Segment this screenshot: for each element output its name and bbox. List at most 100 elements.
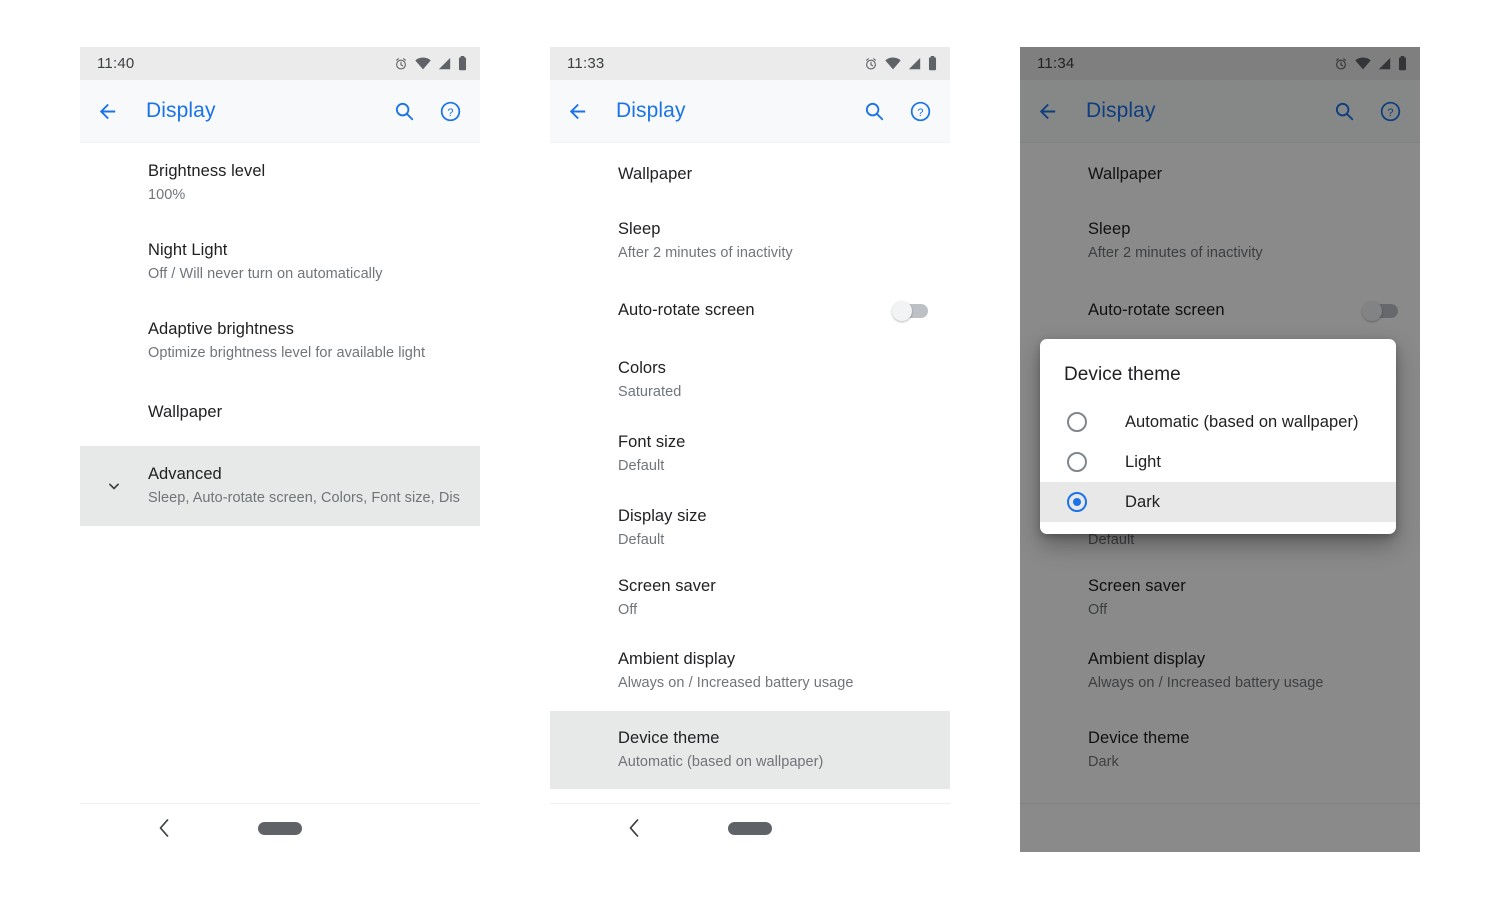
- row-subtitle: Optimize brightness level for available …: [148, 345, 426, 361]
- help-icon[interactable]: ?: [909, 100, 932, 123]
- toggle-knob: [892, 300, 912, 321]
- row-subtitle: After 2 minutes of inactivity: [1088, 245, 1263, 261]
- radio-option-light[interactable]: Light: [1040, 442, 1396, 482]
- status-icon-group: [394, 56, 467, 71]
- help-icon[interactable]: ?: [439, 100, 462, 123]
- radio-button-icon[interactable]: [1067, 452, 1087, 472]
- status-clock: 11:40: [97, 55, 135, 72]
- signal-icon: [438, 57, 451, 70]
- row-subtitle: Saturated: [618, 384, 682, 400]
- list-item-ambient-display[interactable]: Ambient display Always on / Increased ba…: [550, 634, 950, 711]
- nav-home-pill-icon[interactable]: [728, 821, 772, 835]
- nav-home-pill-icon[interactable]: [1198, 821, 1242, 835]
- row-title: Wallpaper: [1088, 165, 1163, 183]
- status-icon-group: [1334, 56, 1407, 71]
- row-title: Sleep: [618, 220, 661, 238]
- search-icon[interactable]: [863, 100, 885, 122]
- auto-rotate-toggle[interactable]: [892, 300, 928, 321]
- list-item-font-size[interactable]: Font size Default: [550, 417, 950, 491]
- list-item-wallpaper[interactable]: Wallpaper: [1020, 143, 1420, 204]
- list-item-ambient-display[interactable]: Ambient display Always on / Increased ba…: [1020, 634, 1420, 711]
- back-arrow-icon[interactable]: [96, 100, 134, 123]
- row-title: Auto-rotate screen: [618, 301, 755, 319]
- row-subtitle: Off: [618, 602, 638, 618]
- list-item-display-size[interactable]: Display size Default: [550, 491, 950, 561]
- dialog-title: Device theme: [1064, 364, 1181, 385]
- nav-back-icon[interactable]: [1098, 819, 1111, 837]
- phone-screen-collapsed: 11:40 Display ? Brightness level 100% Ni…: [80, 47, 480, 852]
- auto-rotate-toggle[interactable]: [1362, 300, 1398, 321]
- signal-icon: [908, 57, 921, 70]
- status-clock: 11:33: [567, 55, 605, 72]
- list-item-wallpaper[interactable]: Wallpaper: [550, 143, 950, 204]
- wifi-icon: [1355, 57, 1371, 70]
- row-title: Advanced: [148, 465, 222, 483]
- nav-back-icon[interactable]: [158, 819, 171, 837]
- row-subtitle: Always on / Increased battery usage: [618, 675, 854, 691]
- list-item-device-theme[interactable]: Device theme Dark: [1020, 711, 1420, 789]
- nav-home-pill-icon[interactable]: [258, 821, 302, 835]
- row-subtitle: Always on / Increased battery usage: [1088, 675, 1324, 691]
- list-item-sleep[interactable]: Sleep After 2 minutes of inactivity: [550, 204, 950, 278]
- list-item-wallpaper[interactable]: Wallpaper: [80, 380, 480, 446]
- row-subtitle: 100%: [148, 187, 186, 203]
- battery-icon: [458, 56, 467, 71]
- row-subtitle: Default: [618, 532, 665, 548]
- chevron-down-icon: [102, 474, 126, 498]
- list-item-auto-rotate-screen[interactable]: Auto-rotate screen: [1020, 278, 1420, 343]
- wifi-icon: [415, 57, 431, 70]
- radio-option-automatic[interactable]: Automatic (based on wallpaper): [1040, 402, 1396, 442]
- help-icon[interactable]: ?: [1379, 100, 1402, 123]
- search-icon[interactable]: [1333, 100, 1355, 122]
- row-title: Screen saver: [1088, 577, 1186, 595]
- device-theme-dialog: Device theme Automatic (based on wallpap…: [1040, 339, 1396, 534]
- phone-screen-theme-dialog: 11:34 Display ? Wallpaper Sleep After 2 …: [1020, 47, 1420, 852]
- list-item-device-theme[interactable]: Device theme Automatic (based on wallpap…: [550, 711, 950, 789]
- app-bar: Display ?: [1020, 80, 1420, 143]
- search-icon[interactable]: [393, 100, 415, 122]
- system-nav-bar: [1020, 803, 1420, 852]
- page-title: Display: [616, 99, 686, 122]
- battery-icon: [928, 56, 937, 71]
- list-item-auto-rotate-screen[interactable]: Auto-rotate screen: [550, 278, 950, 343]
- app-bar: Display ?: [550, 80, 950, 143]
- alarm-icon: [864, 57, 878, 71]
- list-item-brightness-level[interactable]: Brightness level 100%: [80, 143, 480, 222]
- svg-text:?: ?: [917, 106, 923, 118]
- alarm-icon: [394, 57, 408, 71]
- system-nav-bar: [80, 803, 480, 852]
- screenshot-stage: 11:40 Display ? Brightness level 100% Ni…: [0, 0, 1500, 900]
- list-item-advanced[interactable]: Advanced Sleep, Auto-rotate screen, Colo…: [80, 446, 480, 526]
- radio-option-dark[interactable]: Dark: [1040, 482, 1396, 522]
- battery-icon: [1398, 56, 1407, 71]
- list-item-night-light[interactable]: Night Light Off / Will never turn on aut…: [80, 222, 480, 301]
- list-item-screen-saver[interactable]: Screen saver Off: [1020, 561, 1420, 634]
- radio-option-label: Dark: [1125, 492, 1161, 511]
- nav-back-icon[interactable]: [628, 819, 641, 837]
- status-clock: 11:34: [1037, 55, 1075, 72]
- radio-option-label: Automatic (based on wallpaper): [1125, 412, 1359, 431]
- list-item-adaptive-brightness[interactable]: Adaptive brightness Optimize brightness …: [80, 301, 480, 380]
- row-title: Wallpaper: [148, 403, 223, 421]
- row-subtitle: Automatic (based on wallpaper): [618, 754, 824, 770]
- system-nav-bar: [550, 803, 950, 852]
- phone-screen-expanded: 11:33 Display ? Wallpaper Sleep After 2 …: [550, 47, 950, 852]
- alarm-icon: [1334, 57, 1348, 71]
- list-item-sleep[interactable]: Sleep After 2 minutes of inactivity: [1020, 204, 1420, 278]
- row-subtitle: Sleep, Auto-rotate screen, Colors, Font …: [148, 490, 460, 506]
- list-item-colors[interactable]: Colors Saturated: [550, 343, 950, 417]
- back-arrow-icon[interactable]: [566, 100, 604, 123]
- row-title: Device theme: [618, 729, 720, 747]
- signal-icon: [1378, 57, 1391, 70]
- radio-button-selected-icon[interactable]: [1067, 492, 1087, 512]
- row-title: Auto-rotate screen: [1088, 301, 1225, 319]
- row-title: Ambient display: [618, 650, 736, 668]
- row-title: Device theme: [1088, 729, 1190, 747]
- list-item-screen-saver[interactable]: Screen saver Off: [550, 561, 950, 634]
- row-title: Colors: [618, 359, 666, 377]
- app-bar: Display ?: [80, 80, 480, 143]
- back-arrow-icon[interactable]: [1036, 100, 1074, 123]
- radio-button-icon[interactable]: [1067, 412, 1087, 432]
- row-title: Brightness level: [148, 162, 266, 180]
- row-title: Ambient display: [1088, 650, 1206, 668]
